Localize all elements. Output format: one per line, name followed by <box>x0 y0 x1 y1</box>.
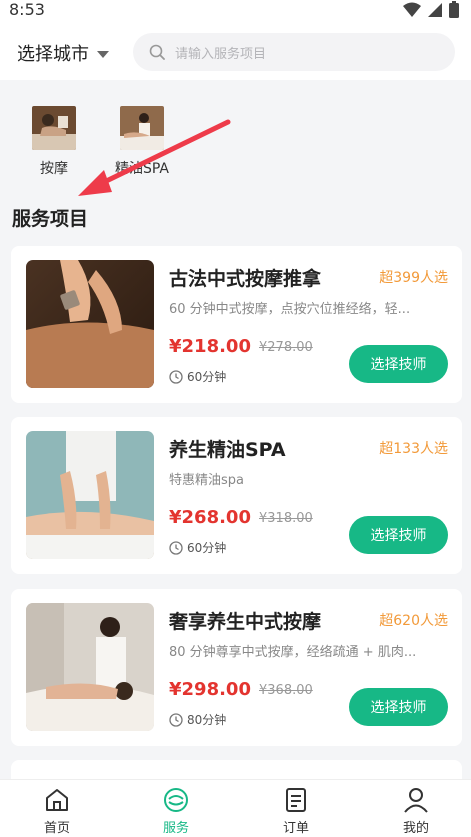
category-spa-thumbnail <box>120 106 164 150</box>
search-input[interactable]: 请输入服务项目 <box>133 33 455 71</box>
category-row: 按摩 精油SPA <box>0 98 471 186</box>
service-duration-text: 80分钟 <box>187 713 227 727</box>
service-duration-text: 60分钟 <box>187 541 227 555</box>
tab-label: 订单 <box>282 821 309 836</box>
home-icon <box>46 789 68 811</box>
service-price: ¥298.00 <box>169 679 251 700</box>
choose-therapist-button[interactable]: 选择技师 <box>349 688 448 726</box>
tab-service[interactable]: 服务 <box>146 787 206 836</box>
choose-therapist-button[interactable]: 选择技师 <box>349 345 448 383</box>
category-massage[interactable]: 按摩 <box>32 106 76 178</box>
battery-icon <box>449 1 459 18</box>
service-card[interactable]: 古法中式按摩推拿 超399人选 60 分钟中式按摩，点按穴位推经络，轻... ¥… <box>11 246 462 403</box>
service-image <box>26 260 154 388</box>
signal-icon <box>428 2 442 17</box>
service-image <box>26 431 154 559</box>
service-original-price: ¥278.00 <box>259 340 313 355</box>
search-placeholder: 请输入服务项目 <box>175 46 267 62</box>
tab-home[interactable]: 首页 <box>27 787 87 836</box>
section-title: 服务项目 <box>12 208 89 230</box>
service-sold-count: 超133人选 <box>379 441 448 457</box>
service-duration-text: 60分钟 <box>187 370 227 384</box>
service-price: ¥268.00 <box>169 507 251 528</box>
service-original-price: ¥368.00 <box>259 683 313 698</box>
service-card[interactable]: 养生精油SPA 超133人选 特惠精油spa ¥268.00 ¥318.00 6… <box>11 417 462 574</box>
caret-down-icon <box>97 50 109 58</box>
service-title: 养生精油SPA <box>169 439 286 461</box>
service-description: 80 分钟尊享中式按摩，经络疏通 + 肌肉... <box>169 645 417 660</box>
service-title: 古法中式按摩推拿 <box>169 268 322 290</box>
city-select[interactable]: 选择城市 <box>17 40 109 66</box>
service-title: 奢享养生中式按摩 <box>169 611 322 633</box>
choose-therapist-button[interactable]: 选择技师 <box>349 516 448 554</box>
tab-profile[interactable]: 我的 <box>386 787 446 836</box>
city-label: 选择城市 <box>17 44 89 65</box>
header: 选择城市 请输入服务项目 <box>0 22 471 80</box>
tab-label: 首页 <box>43 821 70 836</box>
service-sold-count: 超399人选 <box>379 270 448 286</box>
tab-bar: 首页 服务 订单 我的 <box>0 779 471 837</box>
status-time: 8:53 <box>9 0 45 19</box>
category-label: 精油SPA <box>115 161 170 177</box>
service-sold-count: 超620人选 <box>379 613 448 629</box>
service-image <box>26 603 154 731</box>
service-duration: 60分钟 <box>169 368 226 385</box>
service-icon <box>164 788 188 812</box>
status-icons <box>403 1 459 18</box>
clock-icon <box>169 369 183 384</box>
status-bar: 8:53 <box>0 0 471 22</box>
category-spa[interactable]: 精油SPA <box>115 106 169 178</box>
tab-orders[interactable]: 订单 <box>266 787 326 836</box>
search-icon <box>149 44 165 60</box>
clock-icon <box>169 712 183 727</box>
clock-icon <box>169 540 183 555</box>
tab-label: 服务 <box>162 821 189 836</box>
wifi-icon <box>403 2 421 17</box>
service-duration: 80分钟 <box>169 711 226 728</box>
user-icon <box>404 788 428 813</box>
category-massage-thumbnail <box>32 106 76 150</box>
category-label: 按摩 <box>40 161 68 177</box>
service-card[interactable]: 奢享养生中式按摩 超620人选 80 分钟尊享中式按摩，经络疏通 + 肌肉...… <box>11 589 462 746</box>
service-duration: 60分钟 <box>169 539 226 556</box>
service-original-price: ¥318.00 <box>259 511 313 526</box>
order-icon <box>286 788 306 812</box>
service-price: ¥218.00 <box>169 336 251 357</box>
tab-label: 我的 <box>402 821 429 836</box>
service-description: 60 分钟中式按摩，点按穴位推经络，轻... <box>169 302 411 317</box>
service-description: 特惠精油spa <box>169 473 244 488</box>
